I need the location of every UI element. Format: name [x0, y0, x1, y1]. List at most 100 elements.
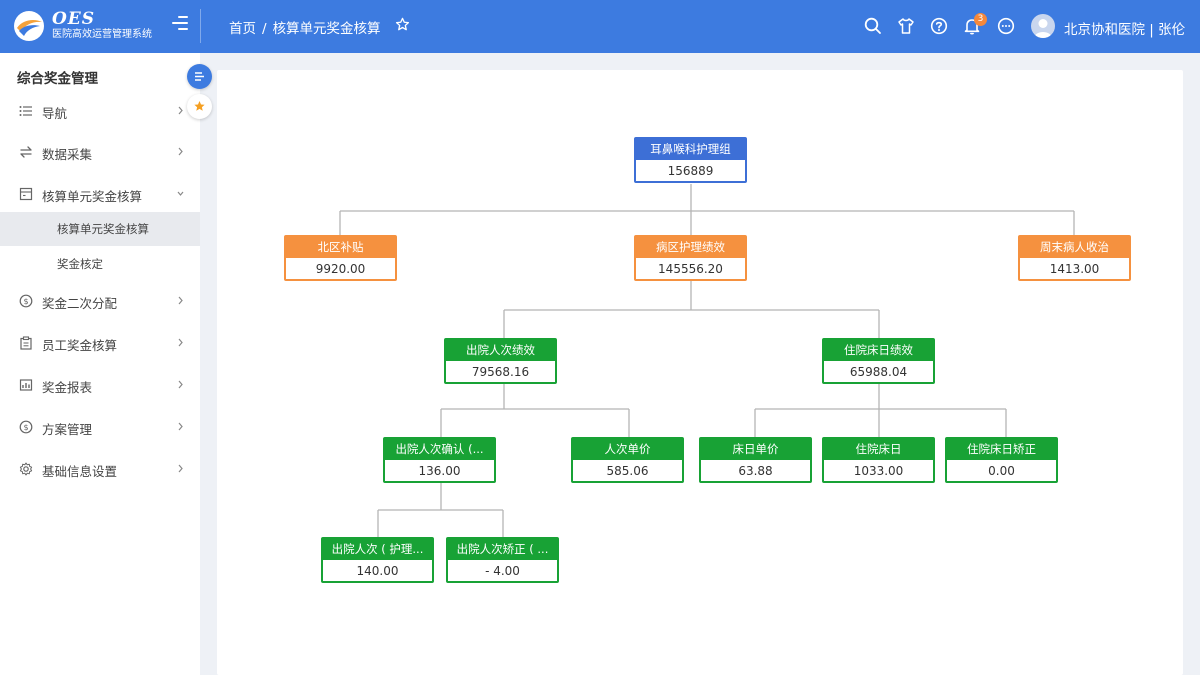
tree-node-discharge-performance[interactable]: 出院人次绩效 79568.16: [444, 338, 557, 384]
notification-badge: 3: [974, 13, 987, 26]
dollar-icon: $: [19, 420, 33, 434]
sidebar-item-secondary-distribution[interactable]: $ 奖金二次分配: [0, 286, 200, 316]
node-value: 140.00: [356, 564, 399, 578]
node-title: 周末病人收治: [1020, 237, 1129, 258]
node-value: 1033.00: [853, 464, 904, 478]
node-title: 住院床日绩效: [824, 340, 933, 361]
collapse-menu-icon[interactable]: [172, 16, 188, 30]
node-title: 床日单价: [701, 439, 810, 460]
chevron-down-icon: [177, 191, 184, 196]
sidebar-item-employee-bonus[interactable]: 员工奖金核算: [0, 328, 200, 358]
chevron-right-icon: [178, 147, 183, 156]
report-icon: [19, 379, 33, 391]
breadcrumb: 首页 / 核算单元奖金核算: [229, 17, 381, 37]
chevron-right-icon: [178, 338, 183, 347]
sidebar-subitem-unit-bonus[interactable]: 核算单元奖金核算: [0, 212, 200, 246]
sidebar-item-basic-settings[interactable]: 基础信息设置: [0, 454, 200, 484]
brand: OES 医院高效运营管理系统: [52, 9, 152, 42]
tree-node-root[interactable]: 耳鼻喉科护理组 156889: [634, 137, 747, 183]
node-title: 人次单价: [573, 439, 682, 460]
node-value: 63.88: [738, 464, 773, 478]
sidebar-item-unit-bonus[interactable]: 核算单元奖金核算: [0, 179, 200, 209]
tree-node-north-subsidy[interactable]: 北区补贴 9920.00: [284, 235, 397, 281]
sidebar-item-label: 核算单元奖金核算: [42, 189, 143, 204]
tree-node-discharge-nursing[interactable]: 出院人次 ( 护理... 140.00: [321, 537, 434, 583]
sidebar-item-scheme-management[interactable]: $ 方案管理: [0, 412, 200, 442]
sidebar-item-label: 方案管理: [42, 422, 93, 437]
user-avatar-icon: [1034, 19, 1052, 38]
chevron-right-icon: [178, 380, 183, 389]
chat-icon[interactable]: [997, 17, 1015, 35]
gear-icon: [19, 462, 33, 476]
help-icon[interactable]: [930, 17, 948, 35]
breadcrumb-separator: /: [262, 21, 267, 37]
menu-lines-icon: [195, 72, 204, 81]
node-title: 病区护理绩效: [636, 237, 745, 258]
node-value: 9920.00: [315, 262, 366, 276]
node-value: 136.00: [418, 464, 461, 478]
node-title: 出院人次绩效: [446, 340, 555, 361]
sidebar-item-label: 数据采集: [42, 147, 93, 162]
node-value: 65988.04: [849, 365, 908, 379]
shirt-icon[interactable]: [897, 17, 915, 35]
tree-node-discharge-confirm[interactable]: 出院人次确认 (... 136.00: [383, 437, 496, 483]
oes-logo-icon: [14, 11, 44, 41]
sidebar-item-bonus-report[interactable]: 奖金报表: [0, 370, 200, 400]
sidebar: 综合奖金管理 导航 数据采集 核算单元奖金核算 核算单元奖金核算 奖金核定 $ …: [0, 53, 200, 675]
tree-node-bed-day-price[interactable]: 床日单价 63.88: [699, 437, 812, 483]
chevron-right-icon: [178, 106, 183, 115]
node-title: 耳鼻喉科护理组: [636, 139, 745, 160]
brand-subtitle: 医院高效运营管理系统: [52, 29, 152, 40]
node-title: 出院人次确认 (...: [385, 439, 494, 460]
tree-node-bed-day-correction[interactable]: 住院床日矫正 0.00: [945, 437, 1058, 483]
node-title: 住院床日: [824, 439, 933, 460]
sidebar-item-navigation[interactable]: 导航: [0, 96, 200, 126]
star-icon: [194, 101, 205, 111]
node-value: 1413.00: [1049, 262, 1100, 276]
chevron-right-icon: [178, 296, 183, 305]
avatar[interactable]: [1031, 14, 1055, 38]
node-title: 出院人次 ( 护理...: [323, 539, 432, 560]
brand-name: OES: [52, 9, 96, 29]
clipboard-icon: [20, 336, 32, 350]
favorites-button[interactable]: [187, 94, 212, 119]
top-header: OES 医院高效运营管理系统 首页 / 核算单元奖金核算 3 北京协和医院 | …: [0, 0, 1200, 53]
chevron-right-icon: [178, 464, 183, 473]
node-value: 79568.16: [471, 365, 530, 379]
list-icon: [19, 106, 32, 116]
tree-node-ward-nursing[interactable]: 病区护理绩效 145556.20: [634, 235, 747, 281]
tree-node-bed-days[interactable]: 住院床日 1033.00: [822, 437, 935, 483]
node-value: 145556.20: [658, 262, 723, 276]
sidebar-item-label: 奖金二次分配: [42, 296, 118, 311]
node-value: 156889: [667, 164, 714, 178]
node-value: 585.06: [606, 464, 649, 478]
sidebar-subitem-label: 核算单元奖金核算: [57, 222, 149, 236]
tree-node-bed-day-performance[interactable]: 住院床日绩效 65988.04: [822, 338, 935, 384]
user-label[interactable]: 北京协和医院 | 张伦: [1064, 18, 1185, 38]
header-divider: [200, 9, 201, 43]
sidebar-item-label: 导航: [42, 106, 68, 121]
toggle-sidebar-button[interactable]: [187, 64, 212, 89]
dollar-icon: $: [19, 294, 33, 308]
sidebar-item-label: 基础信息设置: [42, 464, 118, 479]
node-value: - 4.00: [485, 564, 520, 578]
calculator-icon: [19, 187, 33, 201]
svg-text:$: $: [23, 297, 28, 306]
sidebar-subitem-bonus-approval[interactable]: 奖金核定: [0, 247, 200, 281]
node-title: 出院人次矫正 ( ...: [448, 539, 557, 560]
breadcrumb-current: 核算单元奖金核算: [272, 21, 381, 37]
search-icon[interactable]: [864, 17, 882, 35]
favorite-star-icon[interactable]: [395, 17, 410, 32]
sidebar-item-data-collection[interactable]: 数据采集: [0, 137, 200, 167]
tree-node-weekend-admission[interactable]: 周末病人收治 1413.00: [1018, 235, 1131, 281]
tree-node-unit-price[interactable]: 人次单价 585.06: [571, 437, 684, 483]
node-value: 0.00: [988, 464, 1015, 478]
main-panel: 耳鼻喉科护理组 156889 北区补贴 9920.00 病区护理绩效 14555…: [217, 70, 1183, 675]
sidebar-subitem-label: 奖金核定: [57, 257, 103, 271]
sidebar-item-label: 员工奖金核算: [42, 338, 118, 353]
node-title: 住院床日矫正: [947, 439, 1056, 460]
breadcrumb-home[interactable]: 首页: [229, 21, 256, 37]
chevron-right-icon: [178, 422, 183, 431]
tree-node-discharge-correction[interactable]: 出院人次矫正 ( ... - 4.00: [446, 537, 559, 583]
node-title: 北区补贴: [286, 237, 395, 258]
